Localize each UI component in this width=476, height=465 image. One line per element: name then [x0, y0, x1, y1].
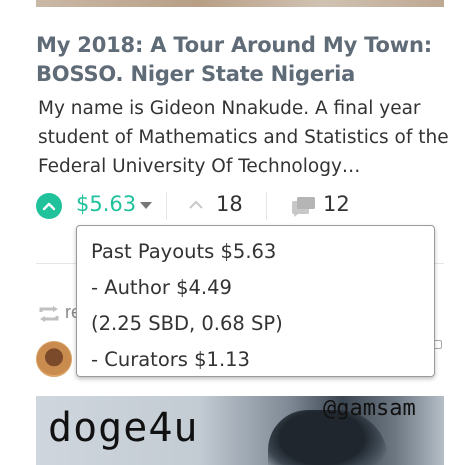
upvote-button[interactable]	[36, 193, 62, 219]
payout-popup: Past Payouts $5.63 - Author $4.49 (2.25 …	[76, 225, 435, 377]
upvote-icon	[42, 202, 56, 211]
post-excerpt[interactable]: My name is Gideon Nnakude. A final year …	[38, 94, 458, 181]
banner-handle: @gamsam	[323, 396, 416, 421]
payout-popup-line: (2.25 SBD, 0.68 SP)	[91, 312, 283, 335]
post-title[interactable]: My 2018: A Tour Around My Town: BOSSO. N…	[36, 31, 456, 89]
comments-icon[interactable]	[292, 197, 316, 217]
comment-count[interactable]: 12	[323, 192, 350, 216]
banner-title: doge4u	[48, 405, 199, 451]
payout-popup-line: Past Payouts $5.63	[91, 240, 277, 263]
caret-down-icon[interactable]	[140, 202, 152, 209]
avatar[interactable]	[36, 341, 72, 377]
post-actions: $5.63 18 12	[36, 190, 446, 224]
chevron-up-icon[interactable]	[188, 198, 204, 210]
post-cover-image[interactable]	[36, 0, 444, 7]
payout-popup-line: - Curators $1.13	[91, 348, 250, 371]
divider	[166, 192, 167, 220]
divider	[266, 192, 267, 220]
next-post-image[interactable]: doge4u @gamsam	[36, 396, 444, 465]
payout-popup-line: - Author $4.49	[91, 276, 232, 299]
vote-count[interactable]: 18	[216, 192, 243, 216]
payout-amount[interactable]: $5.63	[76, 192, 136, 216]
reblog-icon[interactable]	[38, 306, 60, 322]
